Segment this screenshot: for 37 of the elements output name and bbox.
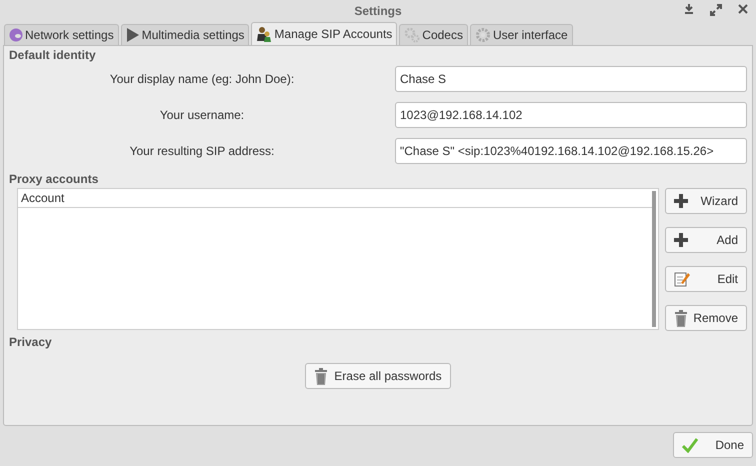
play-icon (126, 27, 140, 43)
input-field[interactable]: 1023@192.168.14.102 (395, 102, 747, 128)
account-button[interactable]: Wizard (665, 188, 747, 214)
tab[interactable]: Manage SIP Accounts (251, 22, 398, 45)
tab[interactable]: Multimedia settings (120, 24, 250, 45)
erase-passwords-button[interactable]: Erase all passwords (305, 363, 451, 389)
tab[interactable]: Codecs (399, 24, 468, 45)
input-field[interactable]: Chase S (395, 66, 747, 92)
section-heading: Default identity (9, 48, 97, 62)
section-heading: Privacy (9, 335, 53, 349)
account-button[interactable]: Add (665, 227, 747, 253)
field-label: Your display name (eg: John Doe): (108, 72, 296, 86)
close-icon[interactable] (738, 4, 748, 14)
plus-icon (674, 194, 688, 208)
notepad-icon (674, 271, 690, 287)
trash-icon (674, 310, 688, 326)
tab[interactable]: User interface (470, 24, 573, 45)
tab[interactable]: Network settings (4, 24, 119, 45)
scrollbar[interactable] (652, 191, 656, 327)
gear-icon (404, 27, 420, 43)
plus-icon (674, 233, 688, 247)
accounts-list[interactable]: Account (17, 188, 659, 330)
account-button[interactable]: Remove (665, 305, 747, 331)
field-label: Your username: (158, 108, 246, 122)
gear-icon (474, 27, 491, 43)
column-header: Account (18, 189, 652, 208)
minimize-icon[interactable] (684, 4, 694, 14)
checkmark-icon (682, 437, 698, 453)
section-heading: Proxy accounts (9, 172, 100, 186)
done-button[interactable]: Done (673, 432, 753, 458)
trash-icon (314, 368, 328, 384)
field-label: Your resulting SIP address: (128, 144, 276, 158)
account-button[interactable]: Edit (665, 266, 747, 292)
people-icon (256, 26, 272, 42)
maximize-icon[interactable] (710, 4, 722, 16)
window-title: Settings (354, 4, 402, 18)
input-field[interactable]: "Chase S" <sip:1023%40192.168.14.102@192.168.15.26> (395, 138, 747, 164)
